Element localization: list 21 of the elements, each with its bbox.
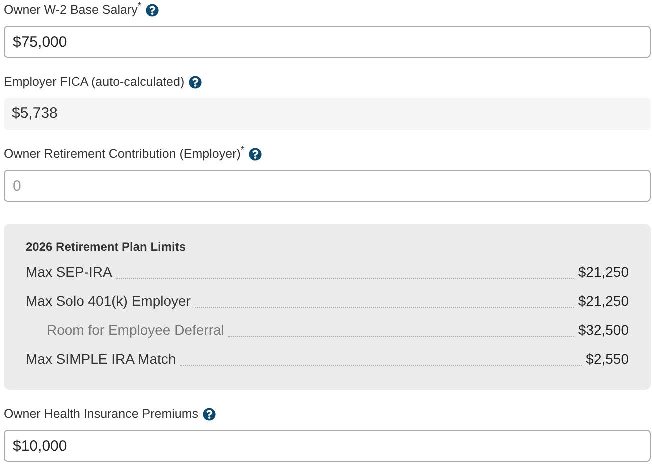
limit-label: Max Solo 401(k) Employer bbox=[26, 292, 191, 311]
field-label: Owner W-2 Base Salary$^{*}$ bbox=[4, 2, 142, 18]
field-label: Owner Health Insurance Premiums bbox=[4, 406, 199, 422]
limit-label: Max SIMPLE IRA Match bbox=[26, 350, 176, 369]
input-field[interactable]: $75,000 bbox=[4, 26, 651, 58]
help-icon[interactable] bbox=[188, 76, 202, 88]
help-icon[interactable] bbox=[248, 148, 262, 160]
input-field[interactable]: 0 bbox=[4, 170, 651, 202]
field-label: Employer FICA (auto-calculated) bbox=[4, 74, 185, 90]
limit-label: Max SEP-IRA bbox=[26, 263, 112, 282]
limit-label: Room for Employee Deferral bbox=[47, 321, 224, 340]
limit-value: $21,250 bbox=[578, 263, 629, 282]
readonly-field: $5,738 bbox=[4, 98, 651, 130]
field-label: Owner Retirement Contribution (Employer)$^{*}$ bbox=[4, 146, 245, 162]
input-field[interactable]: $10,000 bbox=[4, 430, 651, 462]
limit-value: $2,550 bbox=[586, 350, 629, 369]
limit-value: $21,250 bbox=[578, 292, 629, 311]
limit-value: $32,500 bbox=[578, 321, 629, 340]
help-icon[interactable] bbox=[146, 4, 159, 16]
panel-title: 2026 Retirement Plan Limits bbox=[26, 239, 188, 256]
help-icon[interactable] bbox=[202, 408, 216, 420]
